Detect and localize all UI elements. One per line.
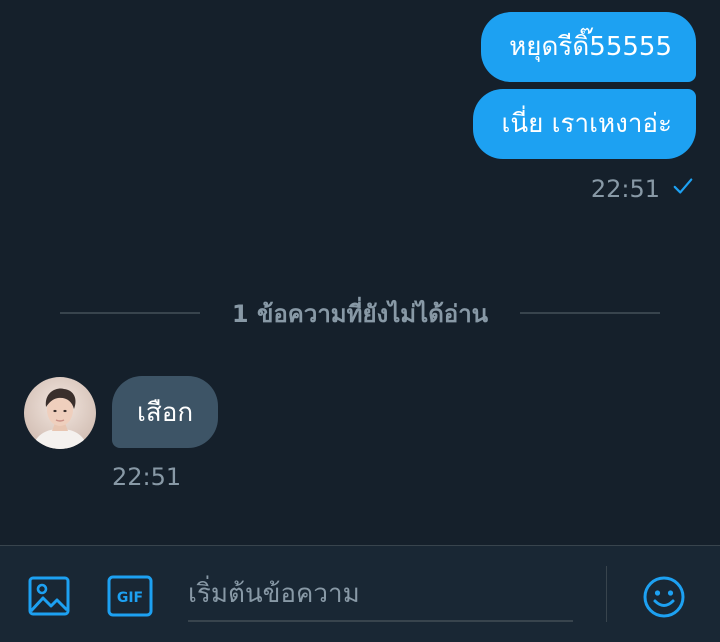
- message-text: เนี่ย เราเหงาอ่ะ: [501, 109, 672, 139]
- gif-label: GIF: [117, 590, 143, 606]
- composer-separator: [606, 566, 607, 622]
- unread-label: 1 ข้อความที่ยังไม่ได้อ่าน: [231, 299, 489, 328]
- message-composer: GIF: [0, 545, 720, 642]
- gif-button[interactable]: GIF: [106, 573, 154, 619]
- divider-line-left: [60, 312, 200, 314]
- incoming-message-timestamp: 22:51: [112, 463, 182, 491]
- divider-line-right: [520, 312, 660, 314]
- check-icon: [672, 174, 694, 204]
- outgoing-message-bubble[interactable]: เนี่ย เราเหงาอ่ะ: [473, 89, 696, 159]
- outgoing-message-meta: 22:51: [591, 174, 694, 204]
- outgoing-message-bubble[interactable]: หยุดรีดิ๊55555: [481, 12, 696, 82]
- message-input-field[interactable]: [188, 568, 573, 622]
- message-text: หยุดรีดิ๊55555: [509, 32, 672, 62]
- emoji-icon[interactable]: [640, 573, 688, 621]
- dm-conversation-screen: หยุดรีดิ๊55555 เนี่ย เราเหงาอ่ะ 22:51 1 …: [0, 0, 720, 642]
- message-input[interactable]: [188, 568, 573, 620]
- image-icon[interactable]: [26, 573, 72, 619]
- incoming-message-bubble[interactable]: เสือก: [112, 376, 219, 448]
- message-text: เสือก: [137, 398, 194, 428]
- message-timestamp: 22:51: [590, 175, 660, 203]
- avatar[interactable]: [24, 377, 96, 449]
- unread-divider: 1 ข้อความที่ยังไม่ได้อ่าน: [60, 296, 660, 330]
